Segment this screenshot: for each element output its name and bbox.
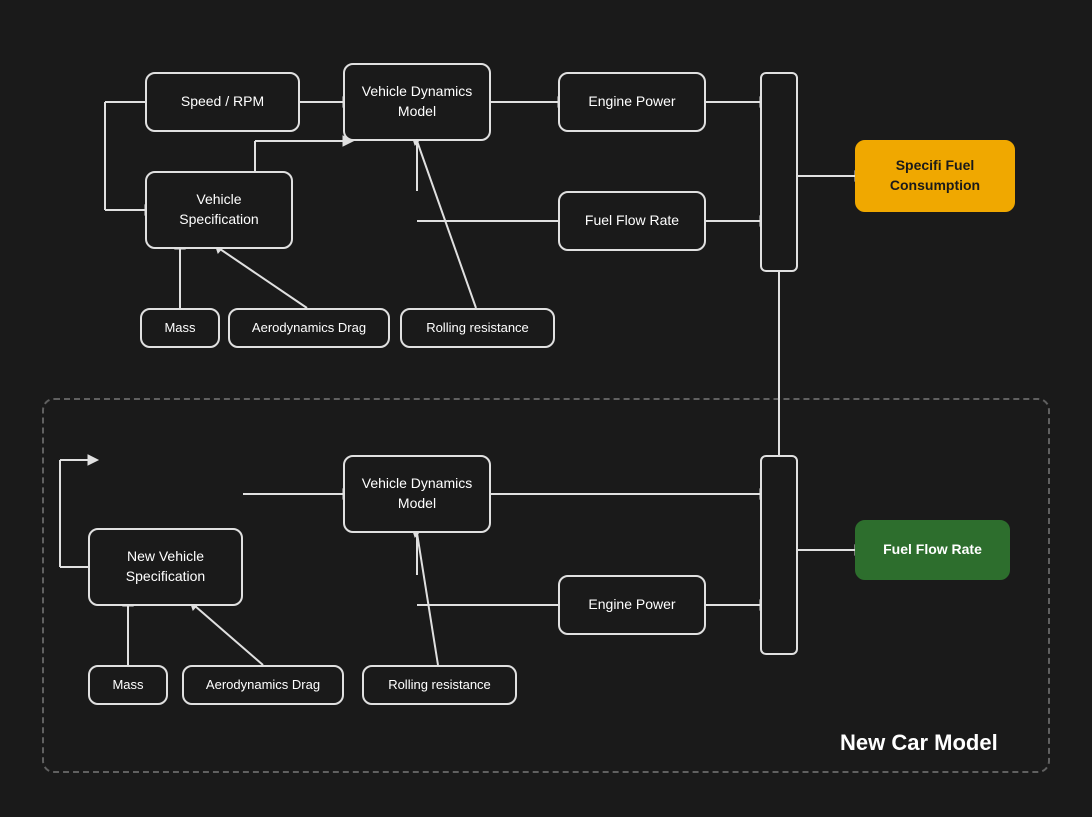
fuel-flow-rate-1-box: Fuel Flow Rate [558, 191, 706, 251]
vehicle-dynamics-model-2-box: Vehicle DynamicsModel [343, 455, 491, 533]
vehicle-dynamics-model-1-label: Vehicle DynamicsModel [362, 82, 473, 121]
vehicle-dynamics-model-2-label: Vehicle DynamicsModel [362, 474, 473, 513]
rolling-resistance-1-label: Rolling resistance [426, 319, 529, 337]
fuel-flow-rate-1-label: Fuel Flow Rate [585, 211, 679, 231]
specifi-fuel-consumption-box: Specifi FuelConsumption [855, 140, 1015, 212]
speed-rpm-box: Speed / RPM [145, 72, 300, 132]
new-vehicle-specification-label: New VehicleSpecification [126, 547, 205, 586]
tall-box-1 [760, 72, 798, 272]
rolling-resistance-1-box: Rolling resistance [400, 308, 555, 348]
vehicle-specification-1-label: VehicleSpecification [179, 190, 258, 229]
engine-power-1-box: Engine Power [558, 72, 706, 132]
engine-power-1-label: Engine Power [588, 92, 675, 112]
vehicle-specification-1-box: VehicleSpecification [145, 171, 293, 249]
aero-drag-1-label: Aerodynamics Drag [252, 319, 366, 337]
rolling-resistance-2-label: Rolling resistance [388, 676, 491, 694]
mass-2-label: Mass [112, 676, 143, 694]
aero-drag-2-box: Aerodynamics Drag [182, 665, 344, 705]
mass-2-box: Mass [88, 665, 168, 705]
speed-rpm-label: Speed / RPM [181, 92, 264, 112]
specifi-fuel-consumption-label: Specifi FuelConsumption [890, 156, 980, 195]
mass-1-box: Mass [140, 308, 220, 348]
engine-power-2-box: Engine Power [558, 575, 706, 635]
engine-power-2-label: Engine Power [588, 595, 675, 615]
new-car-model-label: New Car Model [840, 730, 998, 756]
new-vehicle-specification-box: New VehicleSpecification [88, 528, 243, 606]
fuel-flow-rate-2-box: Fuel Flow Rate [855, 520, 1010, 580]
aero-drag-2-label: Aerodynamics Drag [206, 676, 320, 694]
diagram-container: New Car Model [0, 0, 1092, 817]
fuel-flow-rate-2-label: Fuel Flow Rate [883, 540, 982, 560]
rolling-resistance-2-box: Rolling resistance [362, 665, 517, 705]
tall-box-2 [760, 455, 798, 655]
vehicle-dynamics-model-1-box: Vehicle DynamicsModel [343, 63, 491, 141]
mass-1-label: Mass [164, 319, 195, 337]
aero-drag-1-box: Aerodynamics Drag [228, 308, 390, 348]
